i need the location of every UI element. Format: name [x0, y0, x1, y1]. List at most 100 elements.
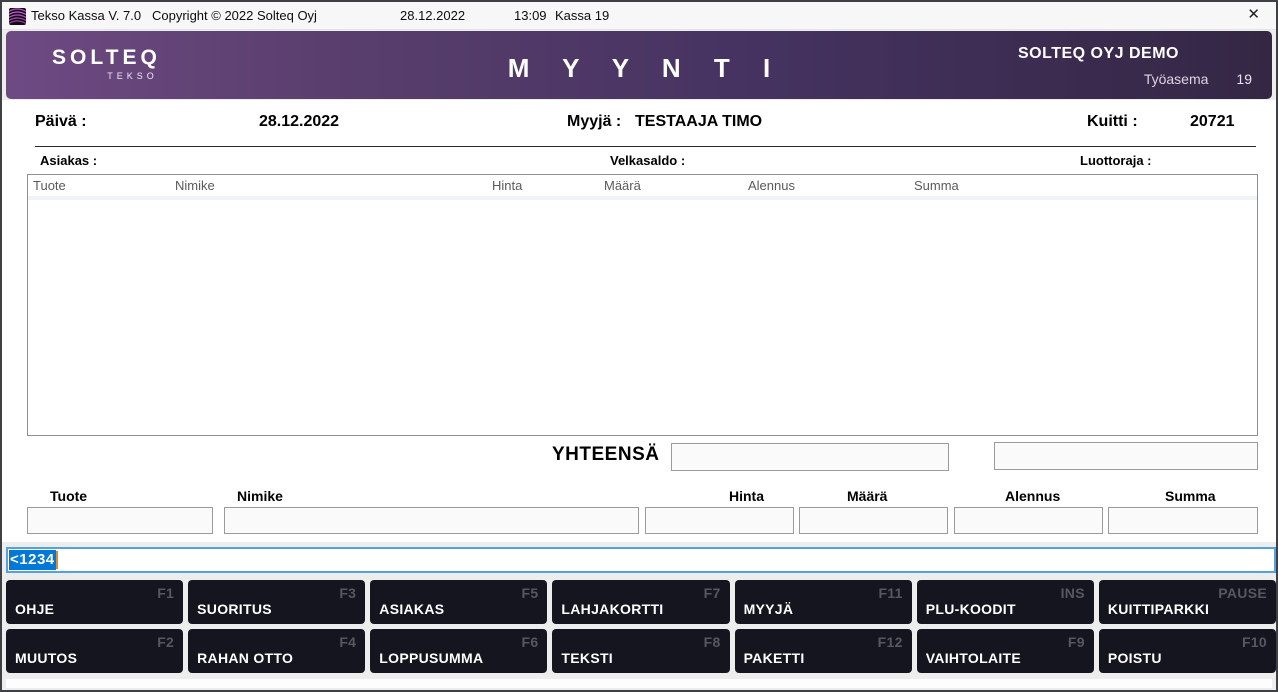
button-keycap: F2	[157, 634, 174, 650]
button-label: RAHAN OTTO	[197, 650, 293, 666]
entry-label-summa: Summa	[1165, 488, 1216, 504]
button-keycap: F1	[157, 585, 174, 601]
entry-label-alennus: Alennus	[1005, 488, 1060, 504]
vaihtolaite-button[interactable]: VAIHTOLAITE F9	[917, 629, 1094, 673]
button-label: POISTU	[1108, 650, 1162, 666]
button-keycap: F8	[704, 634, 721, 650]
workstation-label: Työasema	[1144, 71, 1209, 87]
asiakas-button[interactable]: ASIAKAS F5	[370, 580, 547, 624]
button-keycap: INS	[1061, 585, 1085, 601]
titlebar-date: 28.12.2022	[400, 8, 465, 23]
entry-field-maara[interactable]	[799, 507, 948, 534]
command-input[interactable]: <1234	[6, 547, 1276, 573]
header-separator	[35, 146, 1256, 147]
date-value: 28.12.2022	[259, 113, 339, 131]
page-title: M Y Y N T I	[495, 53, 783, 84]
copyright-text: Copyright © 2022 Solteq Oyj	[152, 8, 317, 23]
kuittiparkki-button[interactable]: KUITTIPARKKI PAUSE	[1099, 580, 1276, 624]
loppusumma-button[interactable]: LOPPUSUMMA F6	[370, 629, 547, 673]
button-keycap: F4	[339, 634, 356, 650]
button-label: MUUTOS	[15, 650, 77, 666]
button-label: OHJE	[15, 601, 54, 617]
date-label: Päivä :	[35, 113, 87, 131]
button-keycap: PAUSE	[1218, 585, 1267, 601]
col-tuote: Tuote	[33, 178, 66, 193]
app-header: SOLTEQ TEKSO M Y Y N T I SOLTEQ OYJ DEMO…	[6, 31, 1272, 99]
col-alennus: Alennus	[748, 178, 795, 193]
button-label: SUORITUS	[197, 601, 272, 617]
button-label: TEKSTI	[561, 650, 613, 666]
titlebar: Tekso Kassa V. 7.0 Copyright © 2022 Solt…	[2, 2, 1276, 30]
myyja-button[interactable]: MYYJÄ F11	[735, 580, 912, 624]
function-key-panel: OHJE F1 SUORITUS F3 ASIAKAS F5 LAHJAKORT…	[6, 580, 1276, 673]
debt-label: Velkasaldo :	[610, 153, 685, 168]
receipt-label: Kuitti :	[1087, 113, 1138, 131]
customer-label: Asiakas :	[40, 153, 97, 168]
poistu-button[interactable]: POISTU F10	[1099, 629, 1276, 673]
col-maara: Määrä	[604, 178, 641, 193]
text-caret	[56, 551, 58, 569]
button-keycap: F10	[1242, 634, 1267, 650]
sale-content: Päivä : 28.12.2022 Myyjä : TESTAAJA TIMO…	[2, 100, 1276, 542]
lahjakortti-button[interactable]: LAHJAKORTTI F7	[552, 580, 729, 624]
button-label: PLU-KOODIT	[926, 601, 1016, 617]
app-icon	[9, 8, 26, 25]
close-icon[interactable]: ✕	[1247, 6, 1260, 24]
button-keycap: F3	[339, 585, 356, 601]
button-label: LAHJAKORTTI	[561, 601, 663, 617]
col-hinta: Hinta	[492, 178, 522, 193]
credit-label: Luottoraja :	[1080, 153, 1152, 168]
command-input-selected-text: <1234	[9, 550, 56, 570]
entry-field-alennus[interactable]	[954, 507, 1103, 534]
plu-koodit-button[interactable]: PLU-KOODIT INS	[917, 580, 1094, 624]
logo-primary-text: SOLTEQ	[52, 47, 161, 68]
ohje-button[interactable]: OHJE F1	[6, 580, 183, 624]
entry-label-maara: Määrä	[847, 488, 887, 504]
entry-label-tuote: Tuote	[50, 488, 87, 504]
button-keycap: F6	[521, 634, 538, 650]
total-label: YHTEENSÄ	[552, 444, 659, 466]
entry-label-nimike: Nimike	[237, 488, 283, 504]
total-amount-field[interactable]	[671, 443, 949, 471]
col-summa: Summa	[914, 178, 959, 193]
teksti-button[interactable]: TEKSTI F8	[552, 629, 729, 673]
app-window: Tekso Kassa V. 7.0 Copyright © 2022 Solt…	[0, 0, 1278, 692]
header-right: SOLTEQ OYJ DEMO Työasema 19	[1018, 46, 1272, 86]
button-keycap: F12	[878, 634, 903, 650]
button-label: PAKETTI	[744, 650, 805, 666]
sale-lines-table[interactable]: Tuote Nimike Hinta Määrä Alennus Summa	[27, 174, 1258, 436]
entry-field-nimike[interactable]	[224, 507, 639, 534]
button-label: LOPPUSUMMA	[379, 650, 483, 666]
button-keycap: F11	[878, 585, 902, 601]
col-nimike: Nimike	[175, 178, 215, 193]
suoritus-button[interactable]: SUORITUS F3	[188, 580, 365, 624]
button-label: VAIHTOLAITE	[926, 650, 1021, 666]
button-label: ASIAKAS	[379, 601, 444, 617]
total-secondary-field[interactable]	[994, 442, 1258, 470]
status-bar	[6, 679, 1272, 688]
workstation-number: 19	[1236, 71, 1252, 87]
paketti-button[interactable]: PAKETTI F12	[735, 629, 912, 673]
muutos-button[interactable]: MUUTOS F2	[6, 629, 183, 673]
button-label: KUITTIPARKKI	[1108, 601, 1209, 617]
seller-label: Myyjä :	[567, 113, 621, 131]
button-label: MYYJÄ	[744, 601, 794, 617]
store-name: SOLTEQ OYJ DEMO	[1018, 46, 1272, 62]
entry-label-hinta: Hinta	[729, 488, 764, 504]
rahan-otto-button[interactable]: RAHAN OTTO F4	[188, 629, 365, 673]
logo-secondary-text: TEKSO	[52, 72, 161, 81]
sale-table-header: Tuote Nimike Hinta Määrä Alennus Summa	[28, 175, 1257, 200]
solteq-logo: SOLTEQ TEKSO	[52, 47, 161, 81]
button-keycap: F9	[1068, 634, 1085, 650]
receipt-value: 20721	[1190, 113, 1235, 131]
entry-field-tuote[interactable]	[27, 507, 213, 534]
entry-field-summa[interactable]	[1108, 507, 1258, 534]
workstation-info: Työasema 19	[1018, 72, 1272, 86]
button-keycap: F5	[521, 585, 538, 601]
seller-value: TESTAAJA TIMO	[635, 113, 762, 131]
titlebar-time: 13:09	[514, 8, 547, 23]
entry-field-hinta[interactable]	[645, 507, 794, 534]
button-keycap: F7	[704, 585, 721, 601]
titlebar-register: Kassa 19	[555, 8, 609, 23]
window-title: Tekso Kassa V. 7.0	[31, 8, 141, 23]
